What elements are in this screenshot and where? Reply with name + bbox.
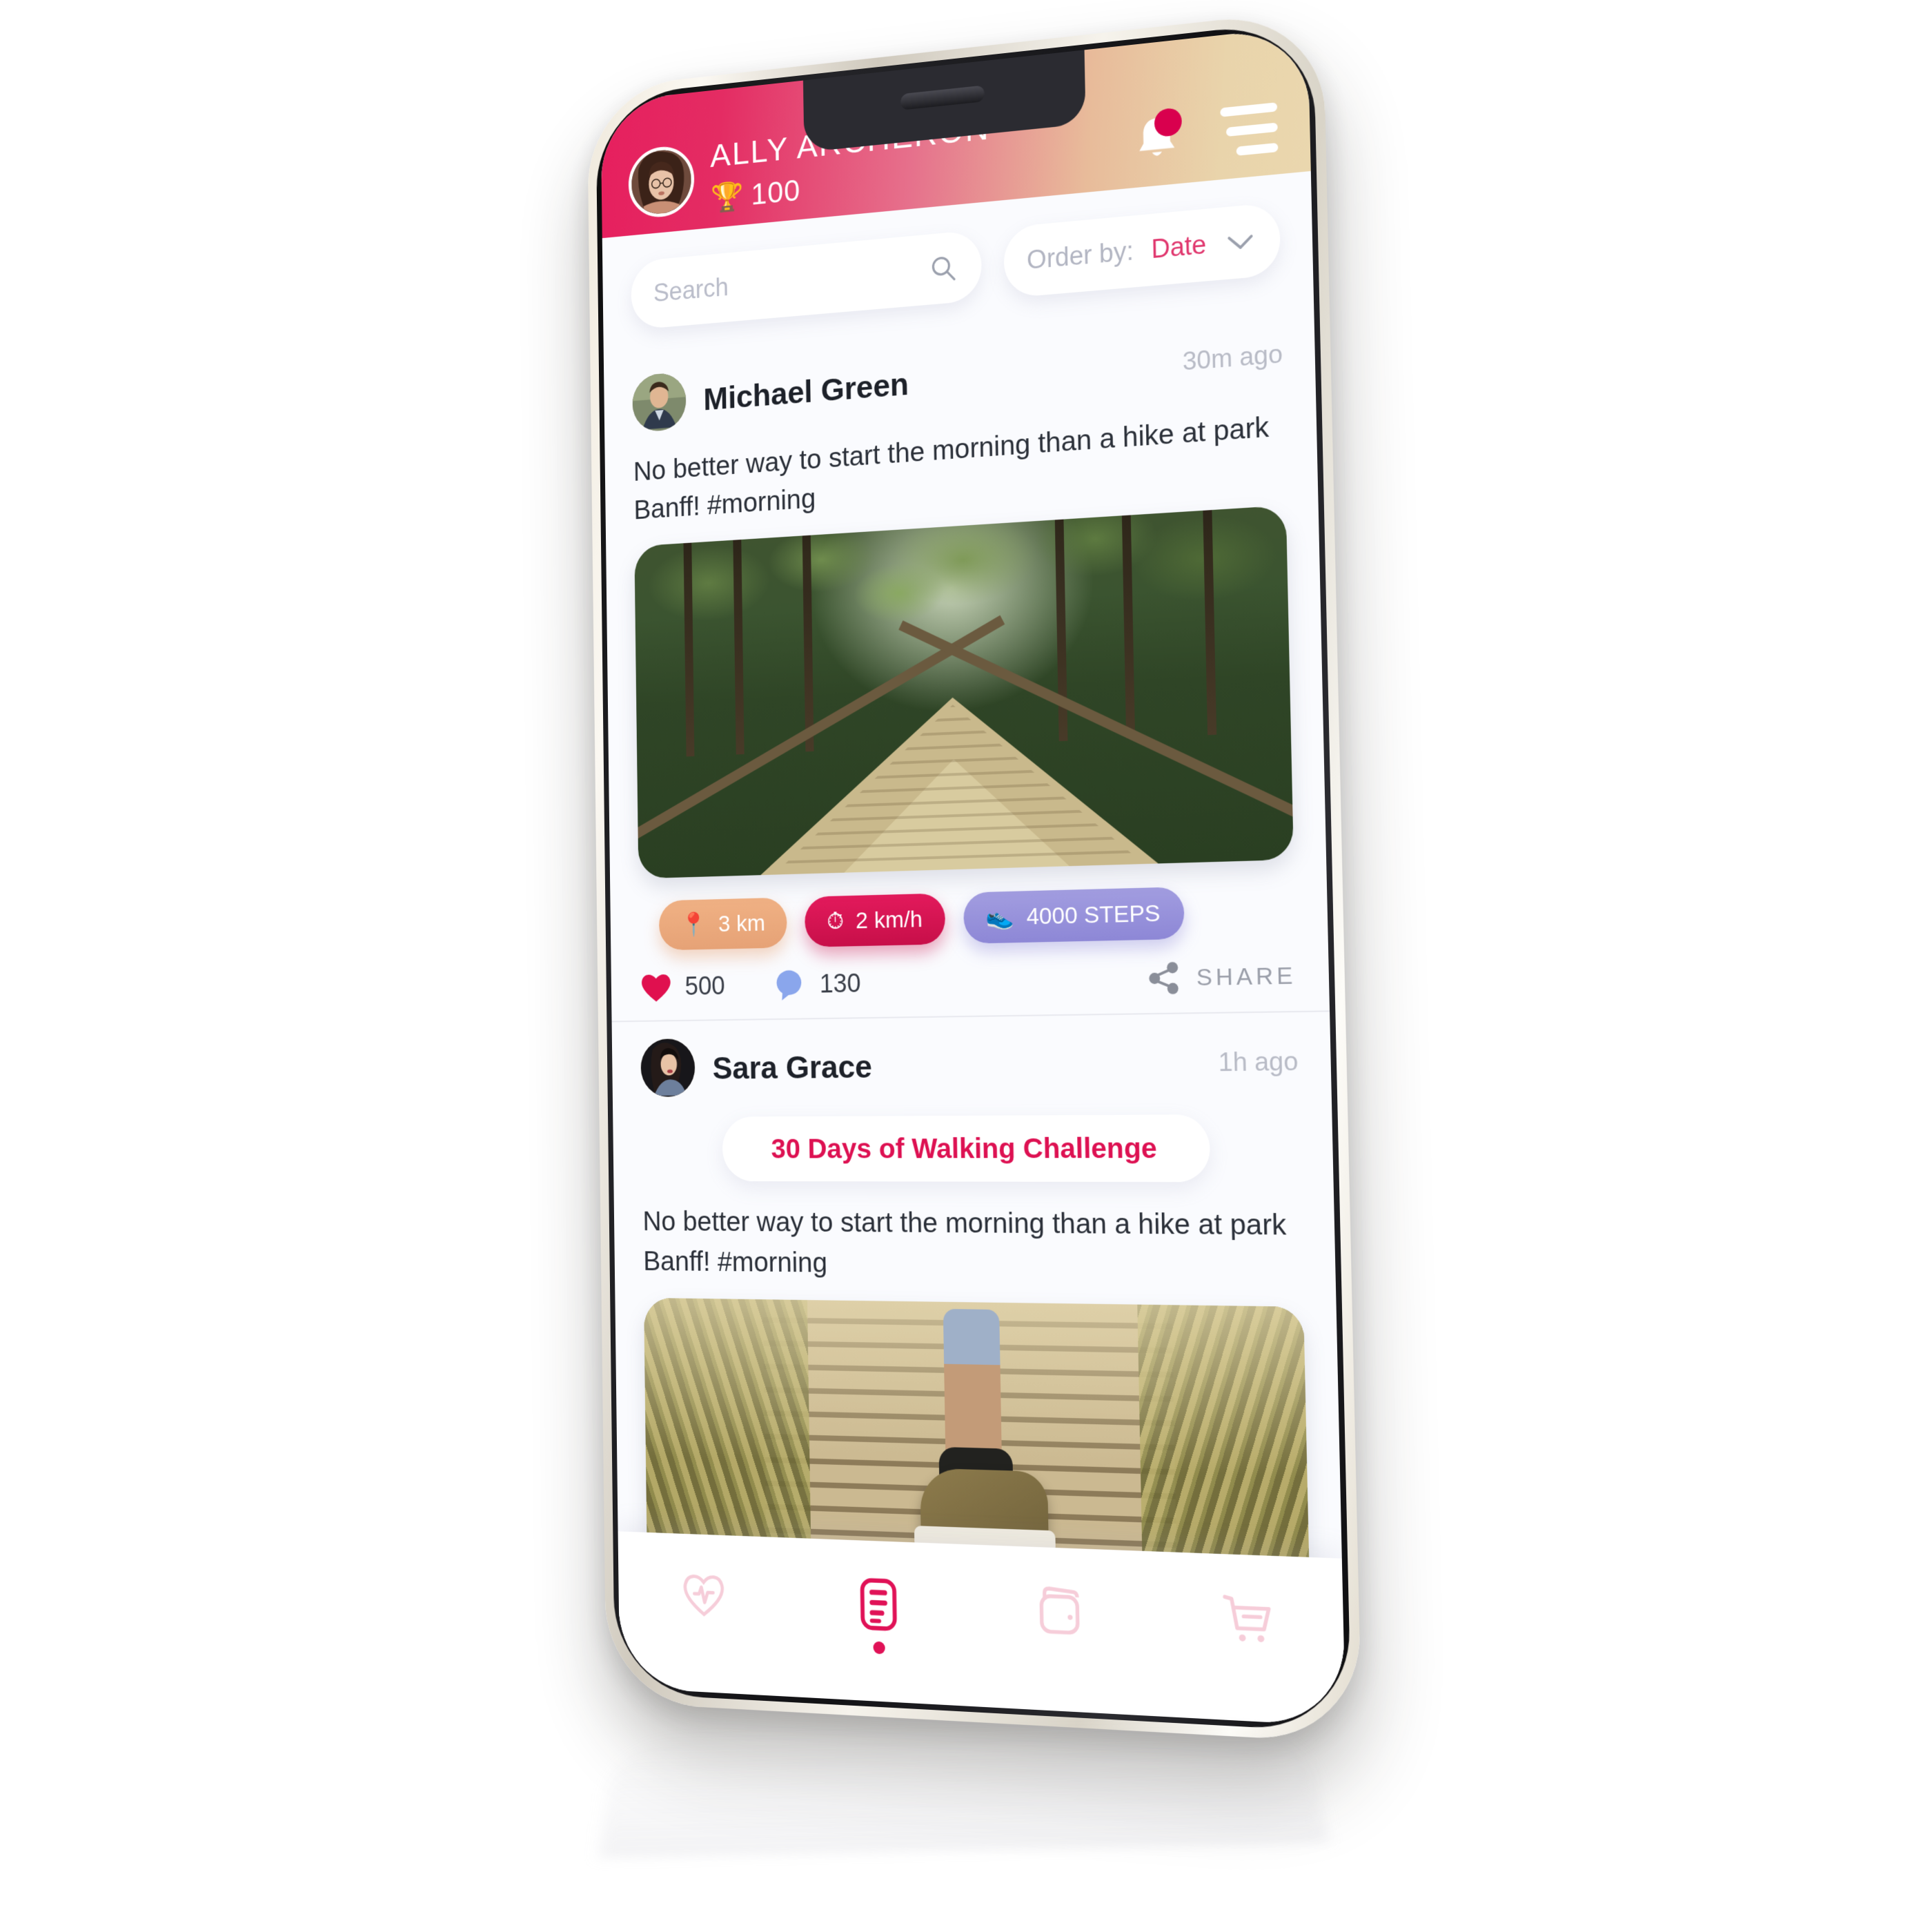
sock — [938, 1446, 1014, 1483]
order-by-dropdown[interactable]: Order by: Date — [1003, 201, 1281, 299]
notifications-button[interactable] — [1134, 107, 1183, 166]
post-timestamp: 1h ago — [1218, 1047, 1299, 1077]
stat-steps-value: 4000 STEPS — [1026, 900, 1161, 930]
avatar[interactable] — [628, 144, 695, 220]
heart-pulse-icon — [680, 1569, 727, 1619]
trophy-icon: 🏆 — [710, 179, 744, 214]
order-by-value: Date — [1151, 230, 1207, 264]
share-icon — [1149, 962, 1179, 995]
score-value: 100 — [751, 172, 801, 212]
order-by-label: Order by: — [1026, 236, 1134, 275]
forest-boardwalk-photo — [634, 505, 1294, 879]
hamburger-menu-icon[interactable] — [1220, 101, 1279, 157]
background-blur — [644, 1297, 1308, 1476]
share-button[interactable]: SHARE — [1146, 958, 1297, 996]
scene: ALLY ARCHERON 🏆 100 — [0, 0, 1932, 1932]
leg — [943, 1309, 1003, 1463]
phone-device: ALLY ARCHERON 🏆 100 — [586, 8, 1362, 1744]
earpiece-speaker — [900, 85, 985, 110]
sneaker — [919, 1468, 1049, 1578]
chevron-down-icon[interactable] — [1224, 229, 1256, 254]
phone-reflection — [599, 1719, 1328, 1859]
bell-icon — [1138, 116, 1175, 157]
nav-item-health[interactable] — [618, 1566, 791, 1644]
stat-steps[interactable]: 👟 4000 STEPS — [963, 887, 1185, 945]
post-image[interactable] — [634, 505, 1294, 879]
shoe-icon: 👟 — [985, 904, 1015, 931]
notification-badge — [1154, 107, 1183, 138]
avatar-illustration — [631, 147, 692, 217]
